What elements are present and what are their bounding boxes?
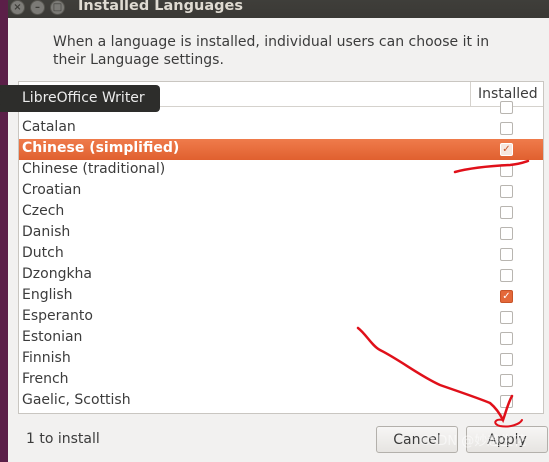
language-name: Chinese (traditional) [22, 161, 166, 177]
language-name: Dutch [22, 245, 64, 261]
installed-checkbox[interactable] [500, 164, 513, 177]
description-text: When a language is installed, individual… [53, 34, 490, 68]
language-row[interactable]: Gaelic, Scottish [19, 391, 543, 412]
language-row[interactable]: Catalan [19, 118, 543, 139]
language-row[interactable]: Estonian [19, 328, 543, 349]
language-row[interactable]: Dzongkha [19, 265, 543, 286]
title-bar[interactable]: × – □ Installed Languages [8, 0, 549, 18]
installed-checkbox[interactable] [500, 101, 513, 114]
language-name: Esperanto [22, 308, 93, 324]
installed-checkbox[interactable] [500, 122, 513, 135]
installed-checkbox[interactable]: ✓ [500, 290, 513, 303]
language-name: Czech [22, 203, 65, 219]
minimize-icon: – [35, 1, 40, 13]
language-row[interactable]: Chinese (traditional) [19, 160, 543, 181]
status-text: 1 to install [26, 431, 100, 447]
language-row[interactable]: Chinese (simplified) ✓ [19, 139, 543, 160]
language-row[interactable]: French [19, 370, 543, 391]
installed-checkbox[interactable] [500, 353, 513, 366]
language-name: English [22, 287, 73, 303]
language-row[interactable]: Dutch [19, 244, 543, 265]
maximize-icon: □ [52, 1, 63, 13]
installed-checkbox[interactable] [500, 311, 513, 324]
language-row[interactable]: Finnish [19, 349, 543, 370]
installed-languages-dialog: × – □ Installed Languages When a languag… [8, 0, 549, 462]
installed-checkbox[interactable] [500, 269, 513, 282]
language-name: Danish [22, 224, 71, 240]
installed-checkbox[interactable] [500, 374, 513, 387]
language-row[interactable]: Esperanto [19, 307, 543, 328]
installed-checkbox[interactable] [500, 395, 513, 408]
language-name: Croatian [22, 182, 82, 198]
language-name: Dzongkha [22, 266, 93, 282]
language-name: Gaelic, Scottish [22, 392, 131, 408]
installed-checkbox[interactable]: ✓ [500, 143, 513, 156]
language-name: Finnish [22, 350, 71, 366]
installed-checkbox[interactable] [500, 185, 513, 198]
languages-list[interactable]: Installed BurmeseCatalanChinese (simplif… [18, 81, 544, 414]
language-name: Estonian [22, 329, 83, 345]
minimize-window-button[interactable]: – [30, 0, 45, 15]
window-title: Installed Languages [78, 0, 243, 14]
language-row[interactable]: English ✓ [19, 286, 543, 307]
installed-checkbox[interactable] [500, 227, 513, 240]
language-name: French [22, 371, 69, 387]
language-name: Chinese (simplified) [22, 140, 180, 156]
language-row[interactable]: Czech [19, 202, 543, 223]
checkmark-icon: ✓ [502, 290, 511, 302]
desktop-background [0, 0, 8, 462]
installed-checkbox[interactable] [500, 248, 513, 261]
installed-checkbox[interactable] [500, 332, 513, 345]
language-row[interactable]: Danish [19, 223, 543, 244]
maximize-window-button[interactable]: □ [50, 0, 65, 15]
close-icon: × [13, 1, 22, 13]
language-name: Catalan [22, 119, 76, 135]
language-rows: BurmeseCatalanChinese (simplified)✓Chine… [19, 98, 543, 412]
apply-button[interactable]: Apply [466, 426, 548, 453]
language-row[interactable]: Croatian [19, 181, 543, 202]
checkmark-icon: ✓ [502, 143, 511, 155]
installed-checkbox[interactable] [500, 206, 513, 219]
close-window-button[interactable]: × [10, 0, 25, 15]
cancel-button[interactable]: Cancel [376, 426, 458, 453]
tooltip-libreoffice-writer: LibreOffice Writer [0, 85, 160, 112]
